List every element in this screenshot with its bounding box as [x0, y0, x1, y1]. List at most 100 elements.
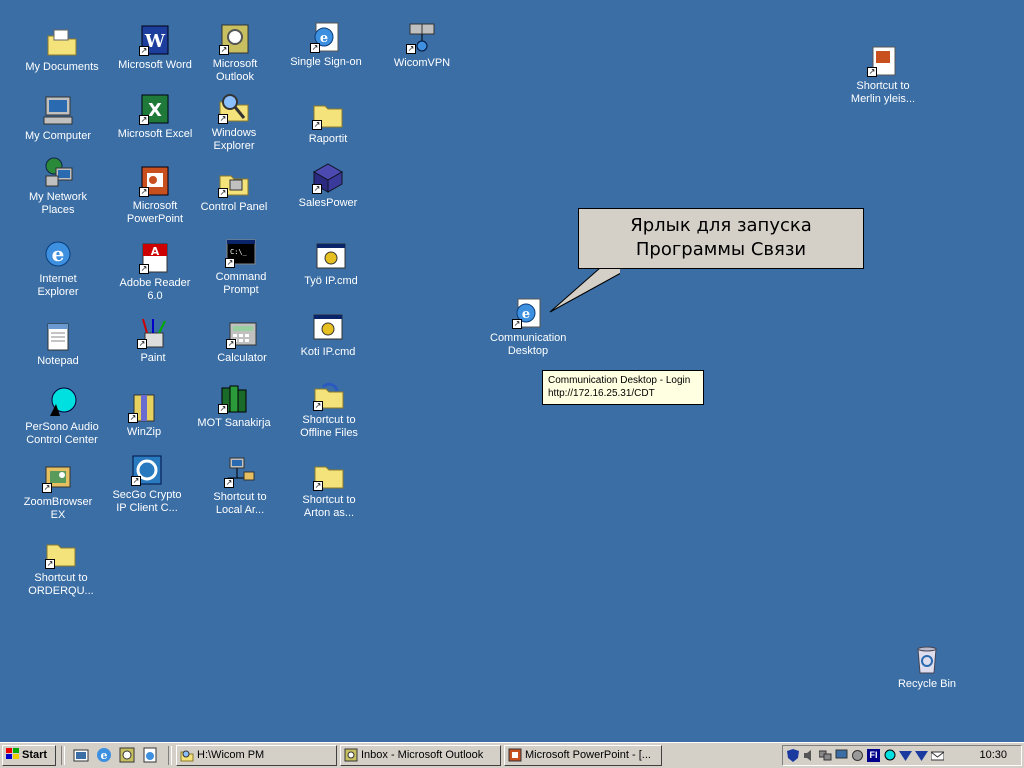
desktop-icon-shortcut-offline-files[interactable]: ↗ Shortcut to Offline Files: [291, 379, 367, 440]
desktop-icon-shortcut-local-ar[interactable]: ↗ Shortcut to Local Ar...: [202, 456, 278, 517]
svg-text:X: X: [148, 100, 162, 121]
gear-tray-icon[interactable]: [851, 749, 864, 762]
adobe-reader-icon: A ↗: [139, 242, 171, 274]
desktop-icon-command-prompt[interactable]: C:\_ ↗ Command Prompt: [203, 236, 279, 297]
shortcut-arrow-icon: ↗: [219, 45, 229, 55]
desktop-icon-raportit[interactable]: ↗ Raportit: [290, 98, 366, 146]
desktop-icon-wicomvpn[interactable]: ↗ WicomVPN: [384, 22, 460, 70]
salespower-icon: ↗: [312, 162, 344, 194]
task-label: Microsoft PowerPoint - [...: [525, 749, 651, 761]
icon-label: Shortcut to ORDERQU...: [28, 572, 94, 597]
notepad-icon: [42, 320, 74, 352]
shortcut-arrow-icon: ↗: [218, 188, 228, 198]
volume-icon[interactable]: [803, 749, 816, 762]
winzip-icon: ↗: [128, 391, 160, 423]
quicklaunch-show-desktop-icon[interactable]: [73, 747, 89, 763]
desktop-icon-my-documents[interactable]: My Documents: [24, 26, 100, 74]
mail-tray-icon[interactable]: [930, 749, 945, 762]
task-button-outlook-inbox[interactable]: Inbox - Microsoft Outlook: [340, 745, 501, 766]
desktop-icon-control-panel[interactable]: ↗ Control Panel: [196, 166, 272, 214]
outlook-icon: ↗: [219, 23, 251, 55]
icon-label: Communication Desktop: [490, 332, 567, 357]
icon-label: Shortcut to Merlin yleis...: [850, 80, 916, 105]
icon-label: ZoomBrowser EX: [23, 496, 93, 521]
taskbar-separator: [168, 746, 172, 765]
triangle-tray-icon[interactable]: [915, 749, 928, 762]
desktop-icon-shortcut-orderqu[interactable]: ↗ Shortcut to ORDERQU...: [23, 537, 99, 598]
icon-label: Koti IP.cmd: [300, 346, 356, 358]
desktop-icon-zoombrowser[interactable]: ↗ ZoomBrowser EX: [20, 461, 96, 522]
desktop-icon-microsoft-word[interactable]: W ↗ Microsoft Word: [117, 24, 193, 72]
monitor-tray-icon[interactable]: [835, 749, 848, 762]
quicklaunch-internet-explorer-icon[interactable]: e: [96, 747, 112, 763]
cmd-script-icon: [315, 240, 347, 272]
audio-tray-icon[interactable]: [883, 749, 896, 762]
folder-icon: ↗: [313, 459, 345, 491]
desktop-icon-microsoft-excel[interactable]: X ↗ Microsoft Excel: [117, 93, 193, 141]
desktop-icon-shortcut-merlin[interactable]: ↗ Shortcut to Merlin yleis...: [845, 45, 921, 106]
desktop-icon-microsoft-outlook[interactable]: ↗ Microsoft Outlook: [197, 23, 273, 84]
icon-label: WicomVPN: [393, 57, 451, 69]
desktop-icon-paint[interactable]: ↗ Paint: [115, 317, 191, 365]
desktop-icon-microsoft-powerpoint[interactable]: ↗ Microsoft PowerPoint: [117, 165, 193, 226]
desktop-icon-my-network-places[interactable]: My Network Places: [20, 156, 96, 217]
command-prompt-icon: C:\_ ↗: [225, 236, 257, 268]
desktop-icon-single-sign-on[interactable]: e ↗ Single Sign-on: [288, 21, 364, 69]
desktop-icon-salespower[interactable]: ↗ SalesPower: [290, 162, 366, 210]
windows-logo-icon: [6, 748, 19, 759]
system-tray: FI 10:30: [782, 745, 1022, 766]
icon-label: Adobe Reader 6.0: [119, 277, 191, 302]
word-icon: W ↗: [139, 24, 171, 56]
shortcut-arrow-icon: ↗: [139, 115, 149, 125]
shortcut-arrow-icon: ↗: [139, 187, 149, 197]
task-button-wicom-pm[interactable]: H:\Wicom PM: [176, 745, 337, 766]
desktop-icon-mot-sanakirja[interactable]: ↗ MOT Sanakirja: [196, 382, 272, 430]
audio-control-icon: [46, 386, 78, 418]
quicklaunch-web-icon[interactable]: [142, 747, 158, 763]
svg-text:e: e: [101, 749, 108, 762]
icon-label: MOT Sanakirja: [197, 417, 271, 429]
desktop-icon-adobe-reader[interactable]: A ↗ Adobe Reader 6.0: [117, 242, 193, 303]
desktop-icon-shortcut-arton[interactable]: ↗ Shortcut to Arton as...: [291, 459, 367, 520]
desktop-icon-notepad[interactable]: Notepad: [20, 320, 96, 368]
icon-label: My Network Places: [28, 191, 88, 216]
icon-label: Notepad: [37, 355, 79, 367]
vpn-network-icon: ↗: [406, 22, 438, 54]
network-drive-icon: ↗: [224, 456, 256, 488]
desktop-icon-tyo-ip-cmd[interactable]: Työ IP.cmd: [293, 240, 369, 288]
desktop-icon-my-computer[interactable]: My Computer: [20, 95, 96, 143]
icon-label: Internet Explorer: [37, 273, 79, 298]
desktop-icon-windows-explorer[interactable]: ↗ Windows Explorer: [196, 92, 272, 153]
secgo-crypto-icon: ↗: [131, 454, 163, 486]
callout-line-1: Ярлык для запуска: [630, 215, 812, 236]
icon-label: Microsoft Word: [118, 59, 192, 71]
network-tray-icon[interactable]: [818, 749, 832, 762]
desktop-icon-persono-audio[interactable]: PerSono Audio Control Center: [24, 386, 100, 447]
shortcut-arrow-icon: ↗: [512, 319, 522, 329]
desktop-icon-koti-ip-cmd[interactable]: Koti IP.cmd: [290, 311, 366, 359]
task-button-powerpoint[interactable]: Microsoft PowerPoint - [...: [504, 745, 662, 766]
icon-label: Command Prompt: [215, 271, 267, 296]
shortcut-arrow-icon: ↗: [218, 404, 228, 414]
quicklaunch-outlook-icon[interactable]: [119, 747, 135, 763]
shortcut-arrow-icon: ↗: [139, 46, 149, 56]
icon-label: Calculator: [217, 352, 267, 364]
shield-icon[interactable]: [787, 749, 800, 762]
desktop-icon-secgo-crypto[interactable]: ↗ SecGo Crypto IP Client C...: [109, 454, 185, 515]
desktop-icon-calculator[interactable]: ↗ Calculator: [204, 317, 280, 365]
icon-label: Microsoft PowerPoint: [126, 200, 184, 225]
icon-label: PerSono Audio Control Center: [25, 421, 99, 446]
desktop-icon-winzip[interactable]: ↗ WinZip: [106, 391, 182, 439]
desktop-icon-internet-explorer[interactable]: e Internet Explorer: [20, 238, 96, 299]
desktop-icon-recycle-bin[interactable]: Recycle Bin: [889, 643, 965, 691]
callout-line-2: Программы Связи: [635, 239, 807, 260]
tooltip-line-2: http://172.16.25.31/CDT: [548, 388, 655, 399]
explorer-icon: ↗: [218, 92, 250, 124]
start-button[interactable]: Start: [2, 745, 56, 766]
explorer-folder-icon: [180, 748, 194, 762]
language-indicator[interactable]: FI: [867, 749, 880, 762]
shortcut-arrow-icon: ↗: [313, 401, 323, 411]
icon-label: SecGo Crypto IP Client C...: [112, 489, 182, 514]
signal-tray-icon[interactable]: [899, 749, 912, 762]
clock[interactable]: 10:30: [979, 749, 1007, 761]
